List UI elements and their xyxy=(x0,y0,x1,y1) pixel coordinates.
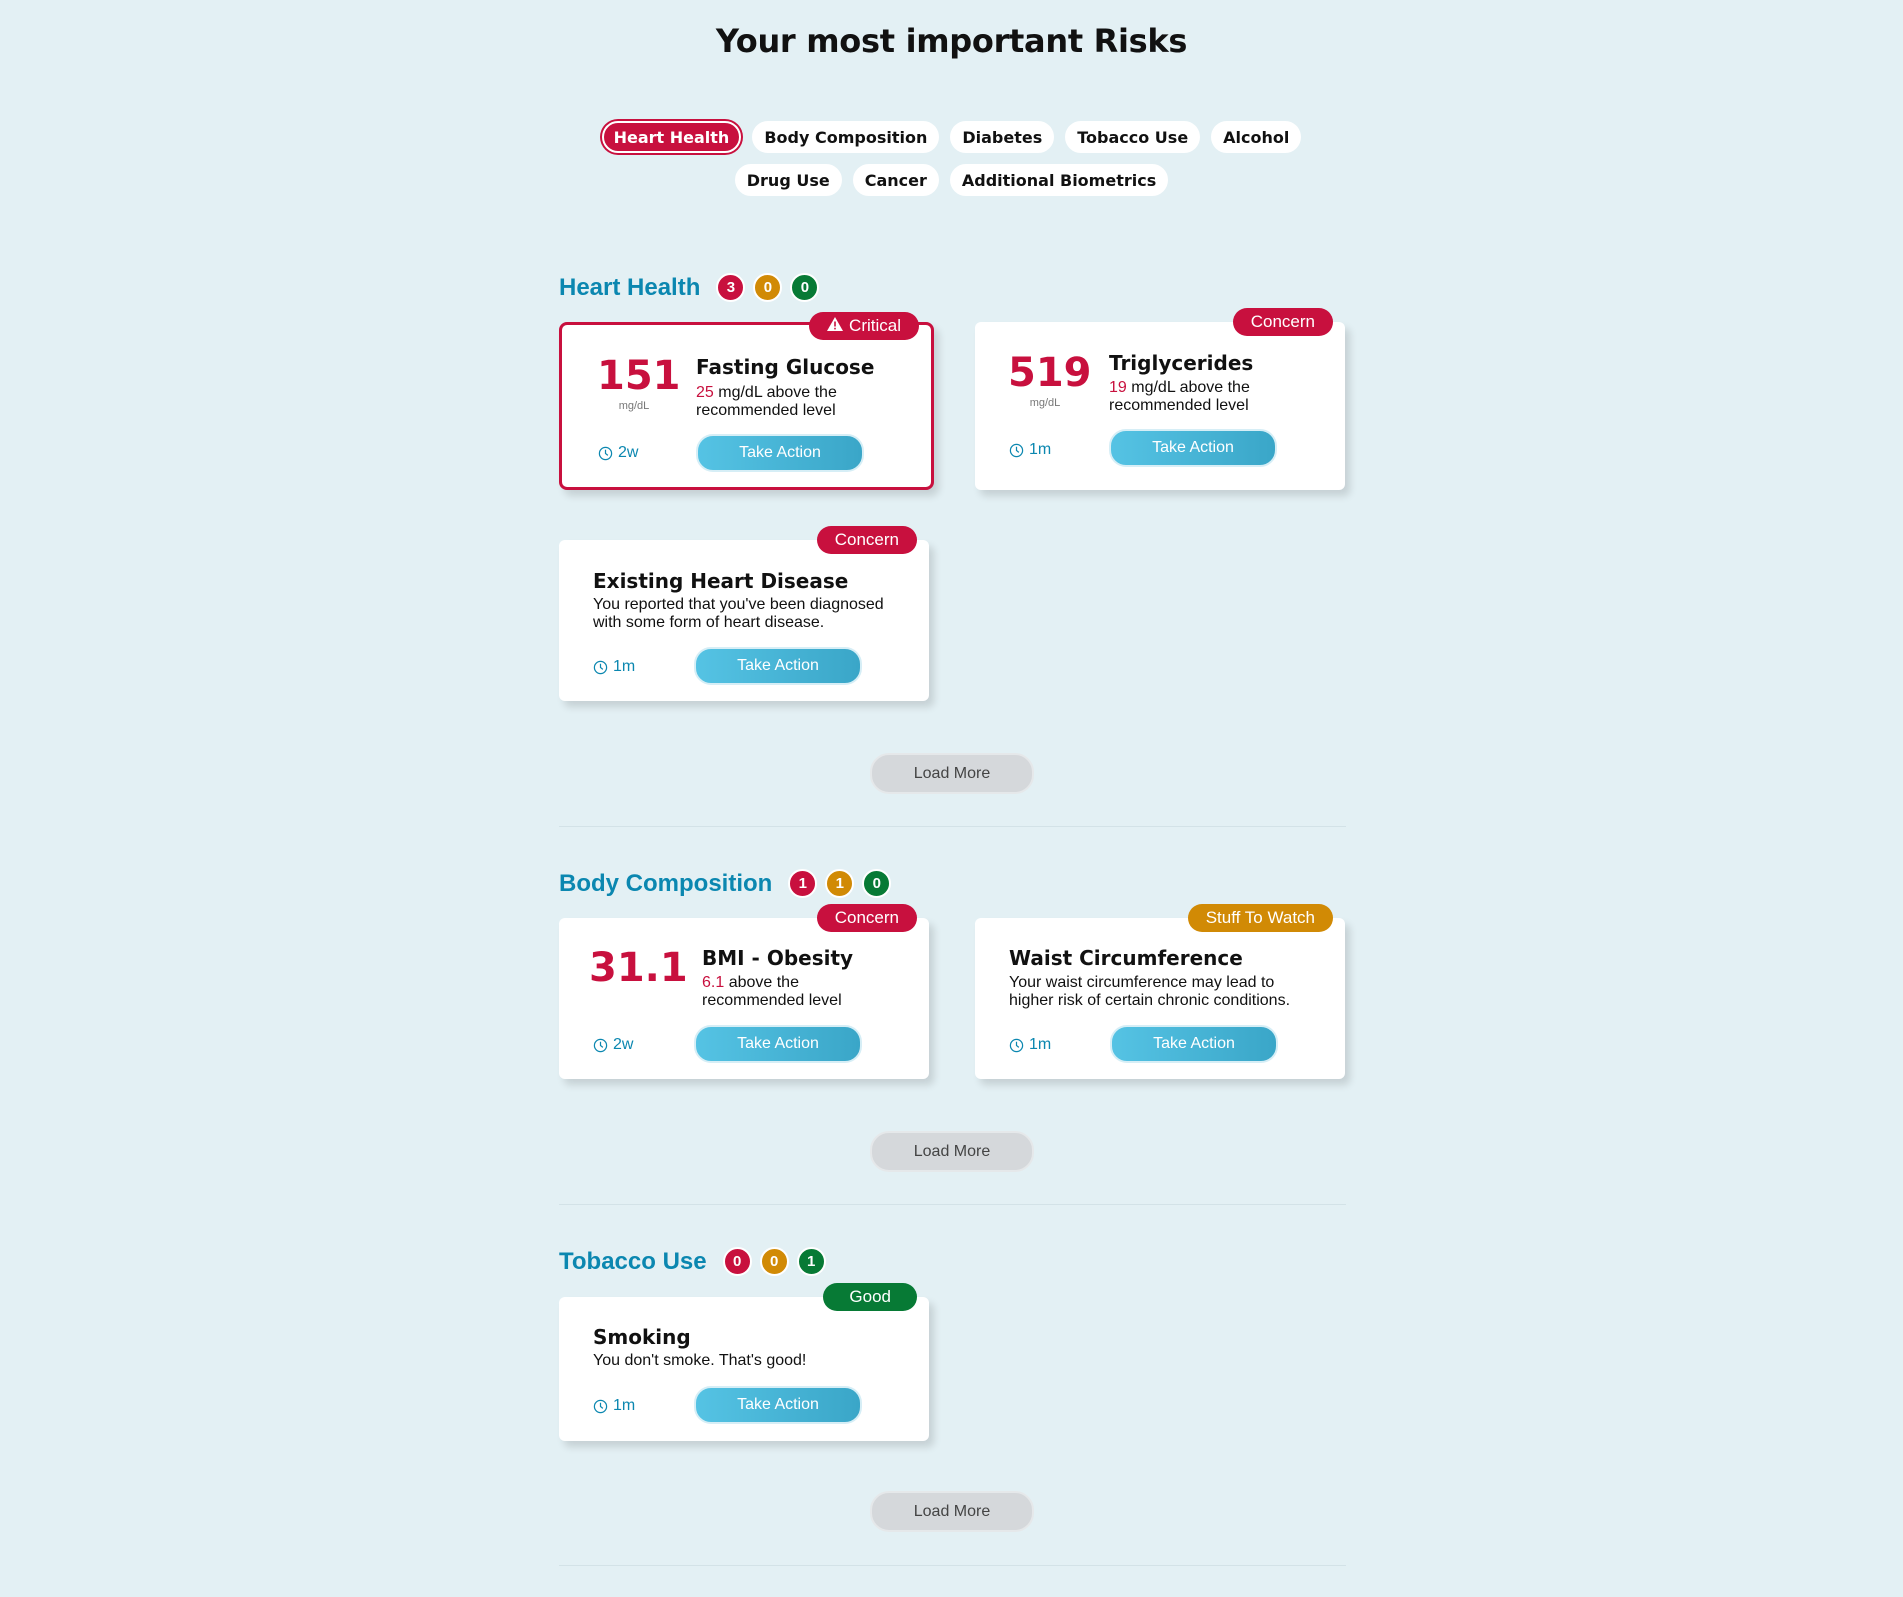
metric-unit: mg/dL xyxy=(618,400,650,412)
card-title: BMI - Obesity xyxy=(702,946,854,970)
time-indicator: 1m xyxy=(1009,441,1051,459)
good-count-badge: 0 xyxy=(862,869,892,898)
risk-card-smoking: Good Smoking You don't smoke. That's goo… xyxy=(559,1283,929,1441)
status-badge: Concern xyxy=(816,526,917,554)
card-title: Existing Heart Disease xyxy=(593,569,849,593)
description-text: mg/dL above the recommended level xyxy=(696,384,837,419)
card-title: Triglycerides xyxy=(1109,351,1254,375)
tab-body-composition[interactable]: Body Composition xyxy=(752,121,940,153)
time-indicator: 1m xyxy=(593,658,635,676)
good-count-badge: 1 xyxy=(796,1247,826,1276)
tab-heart-health[interactable]: Heart Health xyxy=(601,121,742,153)
section-title: Tobacco Use xyxy=(559,1247,707,1275)
critical-count-badge: 3 xyxy=(716,273,746,302)
status-badge: Stuff To Watch xyxy=(1187,904,1333,932)
metric-value: 519 xyxy=(1008,350,1092,396)
card-title: Fasting Glucose xyxy=(696,355,875,379)
risk-card-triglycerides: Concern 519 mg/dL Triglycerides 19 mg/dL… xyxy=(975,308,1345,490)
take-action-button[interactable]: Take Action xyxy=(696,434,864,472)
critical-count-badge: 0 xyxy=(722,1247,752,1276)
description-text: mg/dL above the recommended level xyxy=(1109,379,1250,414)
status-badge-label: Critical xyxy=(849,316,901,335)
load-more-button[interactable]: Load More xyxy=(870,1491,1034,1532)
take-action-button[interactable]: Take Action xyxy=(694,1025,862,1063)
highlight-value: 6.1 xyxy=(702,974,725,991)
metric-unit: mg/dL xyxy=(1029,397,1061,409)
time-indicator: 2w xyxy=(598,444,638,462)
section-divider xyxy=(559,1565,1346,1566)
status-badge: Good xyxy=(823,1283,917,1311)
clock-icon xyxy=(598,446,613,460)
time-indicator: 1m xyxy=(1009,1036,1051,1054)
tab-additional-biometrics[interactable]: Additional Biometrics xyxy=(949,164,1169,196)
time-label: 1m xyxy=(1029,441,1052,458)
clock-icon xyxy=(1009,443,1024,457)
critical-count-badge: 1 xyxy=(788,869,818,898)
metric-value: 31.1 xyxy=(589,945,688,991)
card-description: Your waist circumference may lead to hig… xyxy=(1009,974,1291,1009)
tab-diabetes[interactable]: Diabetes xyxy=(950,121,1055,153)
card-description: 25 mg/dL above the recommended level xyxy=(696,384,896,420)
risk-card-waist-circumference: Stuff To Watch Waist Circumference Your … xyxy=(975,904,1345,1079)
section-heading-heart-health: Heart Health 3 0 0 xyxy=(559,273,827,302)
tab-cancer[interactable]: Cancer xyxy=(852,164,939,196)
card-title: Smoking xyxy=(593,1325,691,1349)
card-description: You don't smoke. That's good! xyxy=(593,1352,807,1369)
good-count-badge: 0 xyxy=(790,273,820,302)
warning-icon xyxy=(827,316,844,336)
risk-card-bmi-obesity: Concern 31.1 BMI - Obesity 6.1 above the… xyxy=(559,904,929,1079)
time-label: 1m xyxy=(613,1397,636,1414)
status-badge: Concern xyxy=(816,904,917,932)
tab-tobacco-use[interactable]: Tobacco Use xyxy=(1065,121,1201,153)
time-label: 1m xyxy=(1029,1036,1052,1053)
load-more-button[interactable]: Load More xyxy=(870,753,1034,794)
tab-drug-use[interactable]: Drug Use xyxy=(734,164,842,196)
card-description: 19 mg/dL above the recommended level xyxy=(1109,379,1309,415)
time-indicator: 1m xyxy=(593,1397,635,1415)
status-badge: Concern xyxy=(1232,308,1333,336)
section-heading-tobacco-use: Tobacco Use 0 0 1 xyxy=(559,1247,834,1276)
metric: 31.1 xyxy=(589,945,688,991)
risk-card-fasting-glucose: Critical 151 mg/dL Fasting Glucose 25 mg… xyxy=(559,312,934,490)
watch-count-badge: 0 xyxy=(759,1247,789,1276)
section-divider xyxy=(559,1204,1346,1205)
risk-filter-tabs: Heart Health Body Composition Diabetes T… xyxy=(0,121,1903,207)
clock-icon xyxy=(593,1038,608,1052)
watch-count-badge: 0 xyxy=(753,273,783,302)
take-action-button[interactable]: Take Action xyxy=(1110,1025,1278,1063)
section-divider xyxy=(559,826,1346,827)
clock-icon xyxy=(593,1399,608,1413)
time-label: 2w xyxy=(613,1036,634,1053)
time-label: 2w xyxy=(618,444,639,461)
metric: 151 mg/dL xyxy=(597,353,681,412)
risk-card-existing-heart-disease: Concern Existing Heart Disease You repor… xyxy=(559,526,929,701)
clock-icon xyxy=(1009,1038,1024,1052)
card-title: Waist Circumference xyxy=(1009,946,1243,970)
watch-count-badge: 1 xyxy=(825,869,855,898)
section-title: Body Composition xyxy=(559,869,773,897)
status-badge: Critical xyxy=(809,312,919,340)
metric: 519 mg/dL xyxy=(1008,350,1092,409)
take-action-button[interactable]: Take Action xyxy=(694,647,862,685)
highlight-value: 25 xyxy=(696,384,714,401)
take-action-button[interactable]: Take Action xyxy=(694,1386,862,1424)
time-label: 1m xyxy=(613,658,636,675)
section-heading-body-composition: Body Composition 1 1 0 xyxy=(559,869,899,898)
take-action-button[interactable]: Take Action xyxy=(1109,429,1277,467)
tab-alcohol[interactable]: Alcohol xyxy=(1211,121,1302,153)
metric-value: 151 xyxy=(597,353,681,399)
clock-icon xyxy=(593,660,608,674)
card-description: 6.1 above the recommended level xyxy=(702,974,902,1010)
load-more-button[interactable]: Load More xyxy=(870,1131,1034,1172)
highlight-value: 19 xyxy=(1109,379,1127,396)
page-title: Your most important Risks xyxy=(715,22,1188,60)
section-title: Heart Health xyxy=(559,273,701,301)
time-indicator: 2w xyxy=(593,1036,633,1054)
card-description: You reported that you've been diagnosed … xyxy=(593,596,884,631)
